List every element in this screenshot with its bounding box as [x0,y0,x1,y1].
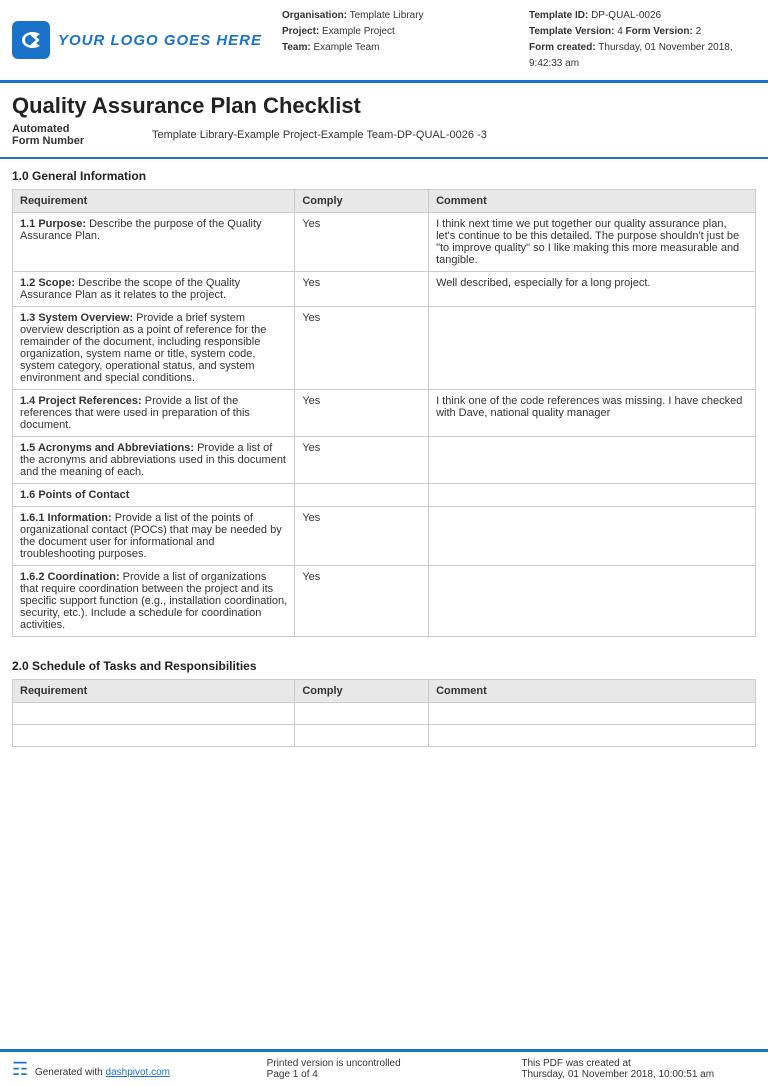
pdf-created-text: This PDF was created at [521,1058,756,1069]
cell-requirement [13,703,295,725]
cell-requirement: 1.3 System Overview: Provide a brief sys… [13,307,295,390]
page-text: Page 1 of 4 [267,1069,502,1080]
cell-comment: I think next time we put together our qu… [429,213,756,272]
footer-pdf-created: This PDF was created at Thursday, 01 Nov… [521,1058,756,1080]
organisation-row: Organisation: Template Library [282,8,509,24]
logo-text: YOUR LOGO GOES HERE [58,32,262,49]
pdf-created-datetime: Thursday, 01 November 2018, 10:00:51 am [521,1069,756,1080]
cell-requirement: 1.6.2 Coordination: Provide a list of or… [13,566,295,637]
table-header-row: Requirement Comply Comment [13,190,756,213]
cell-requirement [13,725,295,747]
header-meta: Organisation: Template Library Project: … [282,8,756,72]
form-number-labels: Automated Form Number [12,123,132,147]
cell-comment [429,307,756,390]
section-2-table: Requirement Comply Comment [12,679,756,747]
section-2: 2.0 Schedule of Tasks and Responsibiliti… [0,649,768,747]
table-row: 1.4 Project References: Provide a list o… [13,390,756,437]
cell-requirement: 1.2 Scope: Describe the scope of the Qua… [13,272,295,307]
table-row: 1.5 Acronyms and Abbreviations: Provide … [13,437,756,484]
cell-comply [295,725,429,747]
cell-comply: Yes [295,307,429,390]
template-id-value: DP-QUAL-0026 [591,10,661,21]
table-row: 1.3 System Overview: Provide a brief sys… [13,307,756,390]
form-number-row: Automated Form Number Template Library-E… [12,123,756,153]
col-header-comment: Comment [429,190,756,213]
footer-uncontrolled: Printed version is uncontrolled Page 1 o… [267,1058,502,1080]
page-title: Quality Assurance Plan Checklist [12,93,756,119]
form-version-value: 2 [696,26,702,37]
table-row: 1.6.2 Coordination: Provide a list of or… [13,566,756,637]
col-header-requirement: Requirement [13,680,295,703]
cell-requirement: 1.5 Acronyms and Abbreviations: Provide … [13,437,295,484]
section-1-title: 1.0 General Information [12,169,756,183]
cell-comply: Yes [295,390,429,437]
logo-area: YOUR LOGO GOES HERE [12,21,282,59]
cell-comment [429,507,756,566]
section-2-title: 2.0 Schedule of Tasks and Responsibiliti… [12,659,756,673]
form-created-row: Form created: Thursday, 01 November 2018… [529,40,756,72]
cell-comply: Yes [295,272,429,307]
header-meta-right: Template ID: DP-QUAL-0026 Template Versi… [529,8,756,72]
form-version-label: Form Version: [626,26,693,37]
table-row: 1.2 Scope: Describe the scope of the Qua… [13,272,756,307]
generated-text: Generated with [35,1067,106,1078]
cell-comply: Yes [295,437,429,484]
cell-comment [429,566,756,637]
cell-comply: Yes [295,566,429,637]
table-row: 1.1 Purpose: Describe the purpose of the… [13,213,756,272]
organisation-label: Organisation: [282,10,347,21]
cell-comment: I think one of the code references was m… [429,390,756,437]
cell-comment [429,703,756,725]
form-number-label2: Form Number [12,135,132,147]
cell-comment [429,484,756,507]
template-id-label: Template ID: [529,10,588,21]
table-row: 1.6 Points of Contact [13,484,756,507]
team-row: Team: Example Team [282,40,509,56]
organisation-value: Template Library [350,10,424,21]
footer-icon: ☶ [12,1059,28,1079]
form-number-value: Template Library-Example Project-Example… [152,123,487,147]
page-header: YOUR LOGO GOES HERE Organisation: Templa… [0,0,768,83]
col-header-comment: Comment [429,680,756,703]
cell-requirement: 1.6 Points of Contact [13,484,295,507]
cell-comply [295,484,429,507]
cell-comply: Yes [295,507,429,566]
form-number-label1: Automated [12,123,132,135]
cell-comment [429,437,756,484]
project-value: Example Project [322,26,395,37]
project-label: Project: [282,26,319,37]
cell-comment: Well described, especially for a long pr… [429,272,756,307]
col-header-comply: Comply [295,680,429,703]
section-1-table: Requirement Comply Comment 1.1 Purpose: … [12,189,756,637]
team-label: Team: [282,42,311,53]
version-row: Template Version: 4 Form Version: 2 [529,24,756,40]
form-created-label: Form created: [529,42,596,53]
template-version-label: Template Version: [529,26,614,37]
footer-generated: ☶ Generated with dashpivot.com [12,1059,247,1080]
cell-comply [295,703,429,725]
uncontrolled-text: Printed version is uncontrolled [267,1058,502,1069]
title-section: Quality Assurance Plan Checklist Automat… [0,83,768,159]
col-header-comply: Comply [295,190,429,213]
team-value: Example Team [314,42,380,53]
cell-requirement: 1.4 Project References: Provide a list o… [13,390,295,437]
project-row: Project: Example Project [282,24,509,40]
cell-requirement: 1.1 Purpose: Describe the purpose of the… [13,213,295,272]
cell-comply: Yes [295,213,429,272]
table-row [13,725,756,747]
dashpivot-link[interactable]: dashpivot.com [106,1067,170,1078]
logo-icon [12,21,50,59]
cell-requirement: 1.6.1 Information: Provide a list of the… [13,507,295,566]
table-row [13,703,756,725]
template-version-value: 4 [617,26,623,37]
template-id-row: Template ID: DP-QUAL-0026 [529,8,756,24]
table-header-row: Requirement Comply Comment [13,680,756,703]
cell-comment [429,725,756,747]
table-row: 1.6.1 Information: Provide a list of the… [13,507,756,566]
col-header-requirement: Requirement [13,190,295,213]
page-footer: ☶ Generated with dashpivot.com Printed v… [0,1049,768,1086]
header-meta-left: Organisation: Template Library Project: … [282,8,509,72]
section-1: 1.0 General Information Requirement Comp… [0,159,768,637]
